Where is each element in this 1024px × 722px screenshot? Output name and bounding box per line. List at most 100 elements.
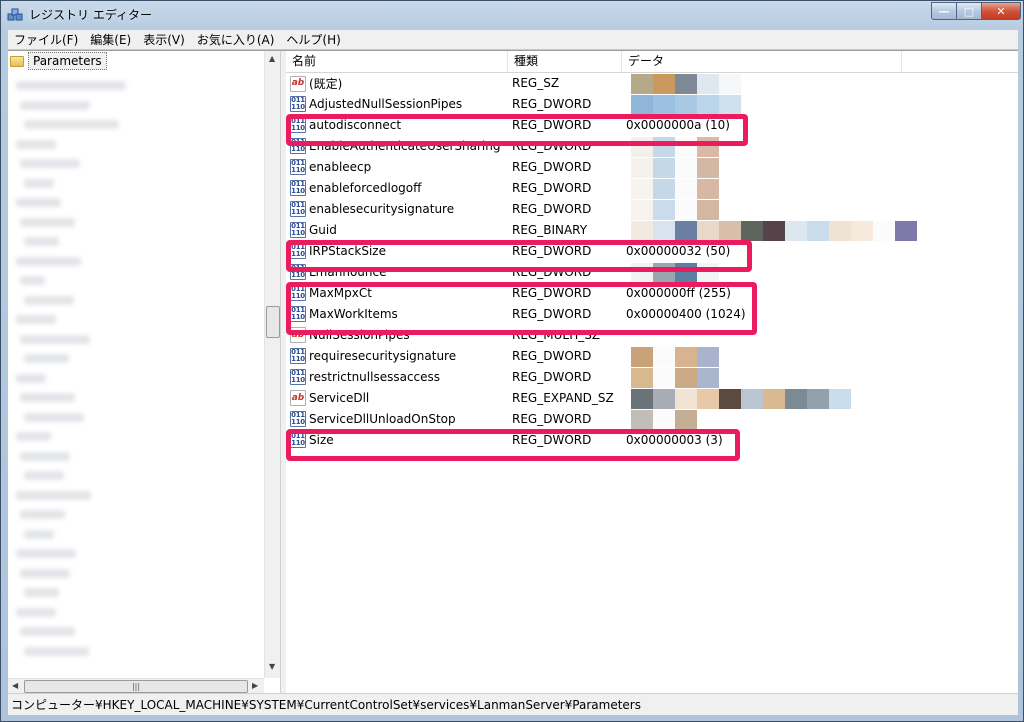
blurred-tree-item (20, 568, 70, 578)
redacted-block (719, 221, 741, 241)
blurred-tree-item (24, 354, 69, 363)
menu-edit[interactable]: 編集(E) (84, 31, 137, 48)
menu-view[interactable]: 表示(V) (137, 31, 191, 48)
column-name-header[interactable]: 名前 (286, 51, 508, 72)
value-type: REG_DWORD (512, 97, 592, 111)
scroll-down-icon[interactable]: ▼ (269, 662, 275, 671)
value-type: REG_DWORD (512, 412, 592, 426)
value-name: 011 110 restrictnullsessaccess (290, 369, 440, 385)
redacted-block (741, 221, 763, 241)
redacted-block (653, 410, 675, 430)
value-name-text: requiresecuritysignature (309, 349, 457, 363)
value-list-pane[interactable]: 名前 種類 データ ab (既定) REG_SZ 011 110 AdjustedNull… (286, 51, 1018, 693)
redacted-block (785, 221, 807, 241)
redacted-block (829, 389, 851, 409)
redacted-block (697, 95, 719, 115)
redacted-block (653, 179, 675, 199)
redacted-block (697, 347, 719, 367)
value-name: 011 110 ServiceDllUnloadOnStop (290, 411, 456, 427)
blurred-tree-item (24, 120, 119, 129)
scroll-left-icon[interactable]: ◀ (12, 681, 18, 690)
redacted-block (829, 221, 851, 241)
scroll-right-icon[interactable]: ▶ (252, 681, 258, 690)
redacted-block (873, 221, 895, 241)
tree-vertical-scrollbar[interactable]: ▲ ▼ (264, 51, 280, 678)
value-name: ab (既定) (290, 75, 342, 92)
title-bar[interactable]: レジストリ エディター — □ ✕ (1, 1, 1023, 29)
blurred-tree-item (24, 295, 74, 305)
value-name: 011 110 AdjustedNullSessionPipes (290, 96, 462, 112)
minimize-button[interactable]: — (931, 2, 957, 20)
blurred-tree-item (20, 510, 65, 519)
redacted-block (719, 389, 741, 409)
redacted-block (675, 74, 697, 94)
blurred-tree-item (24, 178, 54, 188)
redacted-block (631, 95, 653, 115)
hscroll-thumb[interactable]: ||| (24, 680, 248, 693)
string-value-icon: ab (290, 390, 306, 406)
binary-value-icon: 011 110 (290, 96, 306, 112)
blurred-tree-item (16, 139, 56, 149)
value-name: ab ServiceDll (290, 390, 369, 406)
value-type: REG_DWORD (512, 349, 592, 363)
redacted-block (719, 74, 741, 94)
status-bar: コンピューター¥HKEY_LOCAL_MACHINE¥SYSTEM¥Curren… (8, 693, 1018, 715)
scroll-up-icon[interactable]: ▲ (269, 54, 275, 63)
highlight-box (286, 429, 740, 461)
value-name: 011 110 requiresecuritysignature (290, 348, 456, 364)
value-name: 011 110 enableforcedlogoff (290, 180, 421, 196)
value-name: 011 110 Guid (290, 222, 337, 238)
redacted-block (653, 158, 675, 178)
menu-file[interactable]: ファイル(F) (8, 31, 84, 48)
binary-value-icon: 011 110 (290, 369, 306, 385)
redacted-block (807, 389, 829, 409)
tree-item-parameters[interactable]: Parameters (10, 52, 107, 70)
scroll-thumb[interactable] (266, 306, 280, 338)
redacted-block (653, 368, 675, 388)
highlight-box (286, 240, 752, 272)
redacted-block (675, 389, 697, 409)
column-data-header[interactable]: データ (622, 51, 902, 72)
redacted-block (675, 368, 697, 388)
blurred-tree-item (16, 256, 81, 266)
blurred-tree-item (20, 276, 45, 285)
blurred-tree-item (16, 607, 56, 617)
redacted-block (631, 179, 653, 199)
value-name: 011 110 enableecp (290, 159, 371, 175)
value-type: REG_DWORD (512, 160, 592, 174)
column-header: 名前 種類 データ (286, 51, 1018, 73)
redacted-block (675, 221, 697, 241)
client-area: Parameters ▲ ▼ ◀ ||| ▶ 名前 種類 データ ab (既定) R… (8, 50, 1018, 693)
redacted-block (697, 179, 719, 199)
redacted-block (697, 221, 719, 241)
value-type: REG_BINARY (512, 223, 588, 237)
registry-editor-window: レジストリ エディター — □ ✕ ファイル(F) 編集(E) 表示(V) お気… (0, 0, 1024, 722)
blurred-tree-item (16, 198, 61, 207)
redacted-block (675, 410, 697, 430)
close-button[interactable]: ✕ (981, 2, 1021, 20)
registry-editor-icon (7, 8, 23, 21)
blurred-tree-item (16, 549, 76, 558)
column-type-header[interactable]: 種類 (508, 51, 622, 72)
value-type: REG_DWORD (512, 202, 592, 216)
redacted-block (763, 221, 785, 241)
value-name-text: ServiceDllUnloadOnStop (309, 412, 456, 426)
highlight-box (286, 114, 748, 146)
redacted-block (631, 368, 653, 388)
menu-help[interactable]: ヘルプ(H) (280, 31, 346, 48)
menu-favorites[interactable]: お気に入り(A) (191, 31, 281, 48)
string-value-icon: ab (290, 75, 306, 92)
binary-value-icon: 011 110 (290, 348, 306, 364)
redacted-block (631, 410, 653, 430)
redacted-block (895, 221, 917, 241)
key-tree-pane[interactable]: Parameters ▲ ▼ ◀ ||| ▶ (8, 51, 281, 693)
blurred-tree-item (16, 373, 46, 383)
binary-value-icon: 011 110 (290, 201, 306, 217)
menu-bar: ファイル(F) 編集(E) 表示(V) お気に入り(A) ヘルプ(H) (8, 30, 1018, 49)
folder-icon (10, 55, 24, 67)
tree-horizontal-scrollbar[interactable]: ◀ ||| ▶ (8, 678, 264, 693)
maximize-button[interactable]: □ (956, 2, 982, 20)
redacted-block (653, 347, 675, 367)
blurred-tree-item (20, 627, 75, 636)
blurred-tree-item (24, 237, 59, 246)
